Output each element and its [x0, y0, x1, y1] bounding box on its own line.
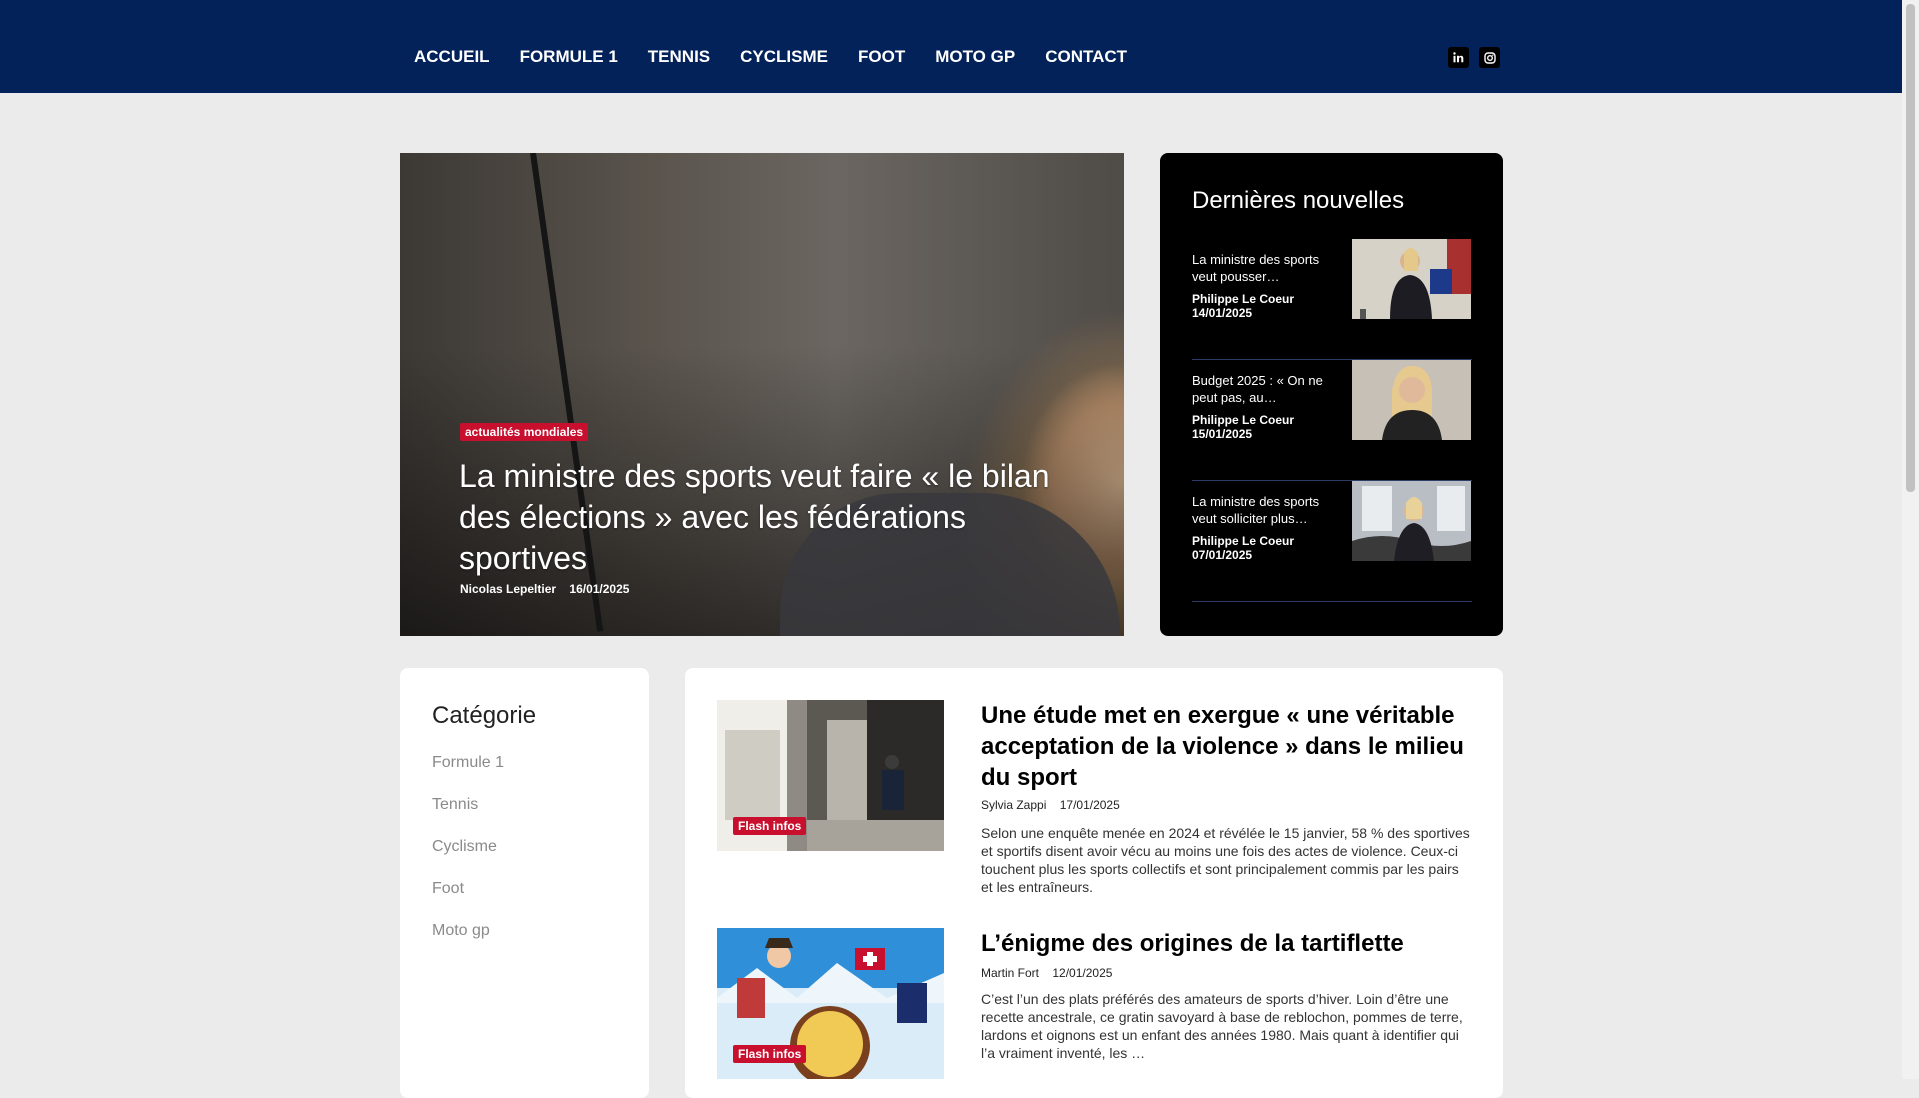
article-image[interactable]: Flash infos	[717, 928, 944, 1079]
nav-contact[interactable]: CONTACT	[1045, 47, 1127, 67]
article-title[interactable]: Une étude met en exergue « une véritable…	[981, 700, 1471, 793]
hero-meta: Nicolas Lepeltier 16/01/2025	[460, 582, 629, 596]
hero-category-tag[interactable]: actualités mondiales	[460, 423, 589, 441]
scrollbar-thumb[interactable]	[1906, 4, 1915, 492]
category-moto-gp[interactable]: Moto gp	[432, 922, 490, 940]
nav-cyclisme[interactable]: CYCLISME	[740, 47, 828, 67]
article-title[interactable]: L’énigme des origines de la tartiflette	[981, 928, 1471, 959]
latest-news-item[interactable]: Budget 2025 : « On ne peut pas, au lende…	[1192, 360, 1472, 481]
articles-list: Flash infos Une étude met en exergue « u…	[685, 668, 1503, 1098]
nav-accueil[interactable]: ACCUEIL	[414, 47, 490, 67]
category-heading: Catégorie	[432, 702, 537, 729]
news-title[interactable]: La ministre des sports veut solliciter p…	[1192, 493, 1332, 527]
hero-title[interactable]: La ministre des sports veut faire « le b…	[459, 456, 1079, 579]
category-tennis[interactable]: Tennis	[432, 796, 478, 814]
linkedin-icon[interactable]	[1448, 47, 1469, 68]
news-text: La ministre des sports veut pousser l’Ag…	[1192, 251, 1332, 320]
news-date: 15/01/2025	[1192, 427, 1253, 441]
article-image[interactable]: Flash infos	[717, 700, 944, 851]
page-scrollbar[interactable]	[1902, 0, 1919, 1079]
hero-article[interactable]: actualités mondiales La ministre des spo…	[400, 153, 1124, 636]
article-flag[interactable]: Flash infos	[733, 817, 807, 835]
nav-moto-gp[interactable]: MOTO GP	[935, 47, 1015, 67]
article-excerpt: C’est l’un des plats préférés des amateu…	[981, 991, 1463, 1061]
news-thumbnail[interactable]	[1352, 360, 1471, 440]
news-title[interactable]: La ministre des sports veut pousser l’Ag…	[1192, 251, 1332, 285]
news-author: Philippe Le Coeur	[1192, 413, 1295, 427]
nav-foot[interactable]: FOOT	[858, 47, 905, 67]
news-author: Philippe Le Coeur	[1192, 534, 1295, 548]
instagram-icon[interactable]	[1479, 47, 1500, 68]
category-cyclisme[interactable]: Cyclisme	[432, 838, 497, 856]
news-author: Philippe Le Coeur	[1192, 292, 1295, 306]
latest-news-item[interactable]: La ministre des sports veut solliciter p…	[1192, 481, 1472, 602]
nav-formule-1[interactable]: FORMULE 1	[520, 47, 618, 67]
latest-news-item[interactable]: La ministre des sports veut pousser l’Ag…	[1192, 239, 1472, 360]
news-date: 14/01/2025	[1192, 306, 1253, 320]
news-text: La ministre des sports veut solliciter p…	[1192, 493, 1332, 562]
article-flag[interactable]: Flash infos	[733, 1045, 807, 1063]
news-thumbnail[interactable]	[1352, 481, 1471, 561]
article-author: Sylvia Zappi	[981, 798, 1047, 812]
article-meta: Martin Fort 12/01/2025	[981, 966, 1112, 980]
category-formule-1[interactable]: Formule 1	[432, 754, 504, 772]
news-title[interactable]: Budget 2025 : « On ne peut pas, au lende…	[1192, 372, 1332, 406]
latest-news-panel: Dernières nouvelles La ministre des spor…	[1160, 153, 1503, 636]
article-meta: Sylvia Zappi 17/01/2025	[981, 798, 1120, 812]
news-date: 07/01/2025	[1192, 548, 1253, 562]
top-navigation-bar: ACCUEIL FORMULE 1 TENNIS CYCLISME FOOT M…	[0, 0, 1902, 93]
news-text: Budget 2025 : « On ne peut pas, au lende…	[1192, 372, 1332, 441]
category-foot[interactable]: Foot	[432, 880, 464, 898]
news-thumbnail[interactable]	[1352, 239, 1471, 319]
article-date: 12/01/2025	[1052, 966, 1113, 980]
category-panel: Catégorie Formule 1 Tennis Cyclisme Foot…	[400, 668, 649, 1098]
article-date: 17/01/2025	[1059, 798, 1120, 812]
nav-tennis[interactable]: TENNIS	[648, 47, 710, 67]
latest-news-heading: Dernières nouvelles	[1192, 187, 1405, 214]
article-excerpt: Selon une enquête menée en 2024 et révél…	[981, 825, 1470, 895]
hero-author: Nicolas Lepeltier	[460, 582, 557, 596]
article-author: Martin Fort	[981, 966, 1040, 980]
main-nav: ACCUEIL FORMULE 1 TENNIS CYCLISME FOOT M…	[414, 47, 1157, 67]
hero-date: 16/01/2025	[569, 582, 630, 596]
